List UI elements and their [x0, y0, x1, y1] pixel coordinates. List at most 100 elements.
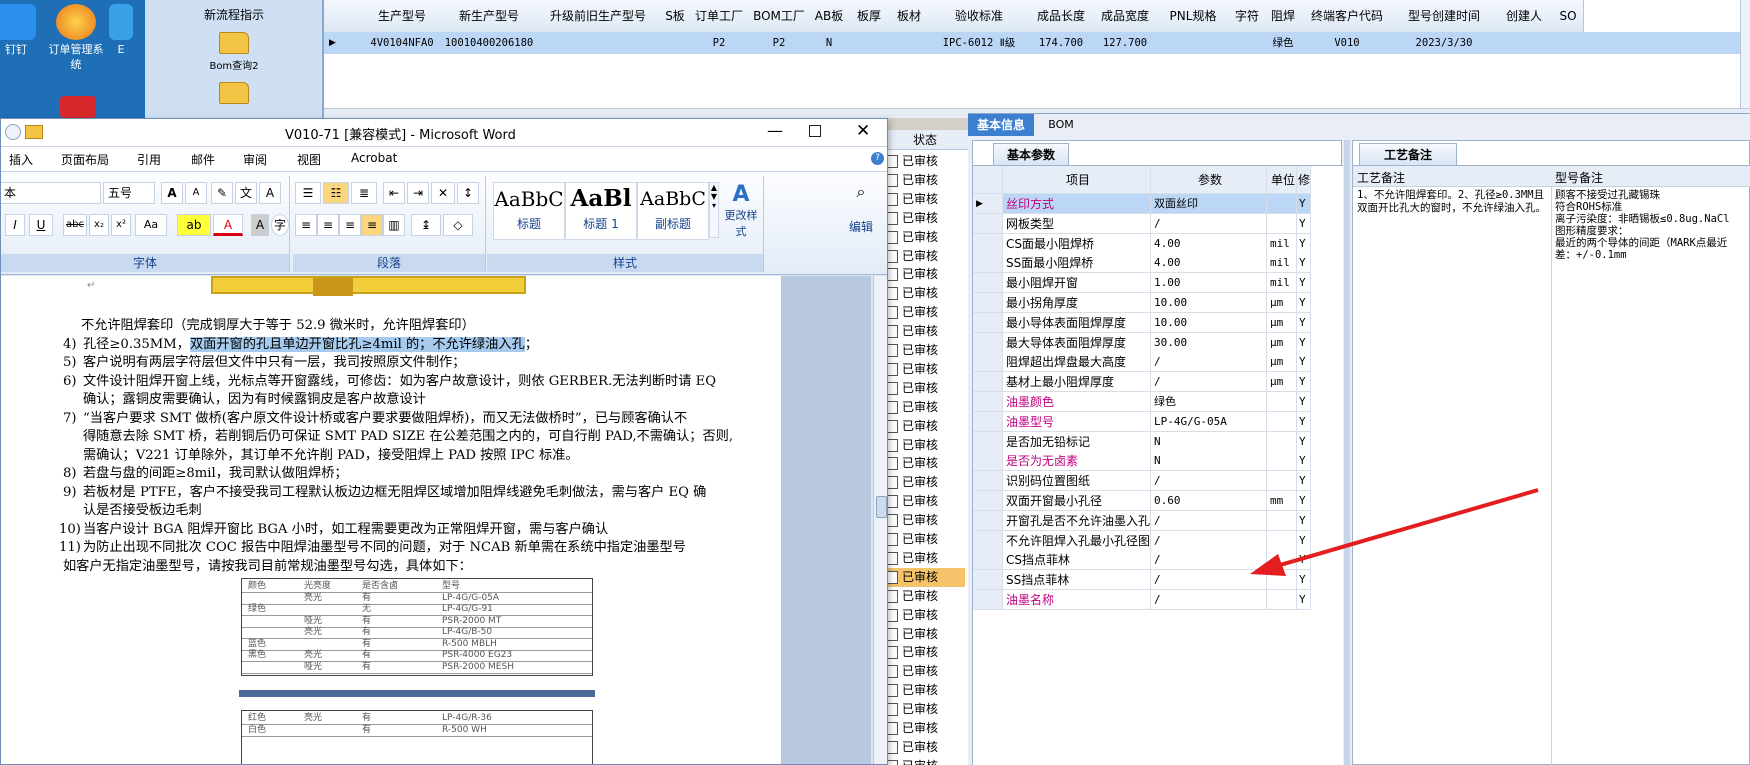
col-header[interactable]: AB板	[809, 0, 850, 33]
increase-indent-icon[interactable]: ⇥	[407, 182, 429, 204]
param-item[interactable]: SS面最小阻焊桥	[1003, 253, 1151, 274]
param-flag[interactable]: Y	[1297, 372, 1311, 393]
param-value[interactable]: 双面丝印	[1151, 194, 1267, 214]
status-item[interactable]: 已审核	[885, 322, 965, 341]
desktop-icon-dingtalk[interactable]: 钉钉	[0, 0, 46, 57]
col-header[interactable]: 创建人	[1495, 0, 1554, 33]
param-value[interactable]: 10.00	[1151, 293, 1267, 313]
multilevel-list-icon[interactable]: ≣	[351, 182, 377, 204]
status-item[interactable]: 已审核	[885, 379, 965, 398]
status-item[interactable]: 已审核	[885, 190, 965, 209]
font-size-select[interactable]: 五号	[103, 182, 155, 204]
char-shading-icon[interactable]: A	[251, 214, 269, 236]
param-flag[interactable]: Y	[1297, 253, 1311, 274]
col-header[interactable]: 升级前旧生产型号	[535, 0, 662, 33]
status-item[interactable]: 已审核	[885, 719, 965, 738]
param-value[interactable]: /	[1151, 590, 1267, 610]
status-item[interactable]: 已审核	[885, 152, 965, 171]
tab-mailings[interactable]: 邮件	[191, 151, 215, 168]
status-item[interactable]: 已审核	[885, 454, 965, 473]
param-unit[interactable]	[1267, 194, 1297, 214]
help-icon[interactable]: ?	[871, 152, 884, 165]
desktop-icon-e[interactable]: E	[106, 0, 136, 57]
grid-vscroll[interactable]	[1740, 0, 1750, 108]
tab-view[interactable]: 视图	[297, 151, 321, 168]
param-flag[interactable]: Y	[1297, 392, 1311, 412]
document-vscroll[interactable]	[873, 276, 887, 764]
param-unit[interactable]: μm	[1267, 332, 1297, 353]
status-item[interactable]: 已审核	[885, 473, 965, 492]
table-cell[interactable]: V010	[1301, 32, 1393, 54]
col-header-value[interactable]: 参数	[1151, 166, 1267, 194]
tab-acrobat[interactable]: Acrobat	[351, 151, 397, 165]
status-item[interactable]: 已审核	[885, 530, 965, 549]
close-icon[interactable]: ✕	[856, 121, 870, 141]
status-item[interactable]: 已审核	[885, 436, 965, 455]
shading-icon[interactable]: ◇	[443, 214, 473, 236]
status-item[interactable]: 已审核	[885, 662, 965, 681]
param-unit[interactable]	[1267, 431, 1297, 452]
status-item[interactable]: 已审核	[885, 606, 965, 625]
status-item[interactable]: 已审核	[885, 417, 965, 436]
col-header[interactable]: BOM工厂	[749, 0, 810, 33]
decrease-indent-icon[interactable]: ⇤	[383, 182, 405, 204]
table-cell[interactable]: 127.700	[1093, 32, 1157, 54]
param-unit[interactable]: μm	[1267, 312, 1297, 333]
param-flag[interactable]: Y	[1297, 273, 1311, 294]
col-header[interactable]: 型号创建时间	[1393, 0, 1496, 33]
col-header-item[interactable]: 项目	[1003, 166, 1151, 194]
param-item[interactable]: 最小拐角厚度	[1003, 293, 1151, 313]
status-item[interactable]: 已审核	[885, 341, 965, 360]
table-cell[interactable]	[1553, 32, 1583, 54]
param-value[interactable]: /	[1151, 372, 1267, 393]
justify-icon[interactable]: ≡	[361, 214, 383, 236]
param-item[interactable]: 最小阻焊开窗	[1003, 273, 1151, 294]
col-header[interactable]: 字符	[1229, 0, 1266, 33]
align-center-icon[interactable]: ≡	[317, 214, 339, 236]
status-item[interactable]: 已审核	[885, 738, 965, 757]
param-item[interactable]: 网板类型	[1003, 213, 1151, 234]
param-item[interactable]: 是否为无卤素	[1003, 451, 1151, 472]
strikethrough-icon[interactable]: abc	[63, 214, 87, 236]
style-title[interactable]: AaBbC 标题	[493, 182, 565, 240]
model-note-text[interactable]: 顾客不接受过孔藏锡珠 符合ROHS标准 离子污染度：非晒锡板≤0.8ug.NaC…	[1555, 189, 1750, 261]
status-item[interactable]: 已审核	[885, 643, 965, 662]
status-item[interactable]: 已审核	[885, 625, 965, 644]
param-value[interactable]: /	[1151, 352, 1267, 373]
param-unit[interactable]: μm	[1267, 293, 1297, 313]
subscript-icon[interactable]: x₂	[89, 214, 109, 236]
status-item[interactable]: 已审核	[885, 209, 965, 228]
col-header[interactable]: S板	[661, 0, 690, 33]
status-item[interactable]: 已审核	[885, 567, 965, 587]
distribute-icon[interactable]: ▥	[383, 214, 405, 236]
sort-icon[interactable]: ↕	[457, 182, 479, 204]
table-cell[interactable]: 绿色	[1265, 32, 1301, 54]
col-header[interactable]: 阻焊	[1265, 0, 1302, 33]
param-flag[interactable]: Y	[1297, 213, 1311, 234]
superscript-icon[interactable]: x²	[111, 214, 131, 236]
splitter[interactable]	[1344, 140, 1350, 765]
param-unit[interactable]: mil	[1267, 253, 1297, 274]
param-value[interactable]: 1.00	[1151, 273, 1267, 294]
tab-basic-info[interactable]: 基本信息	[968, 114, 1034, 136]
col-header[interactable]: 终端客户代码	[1301, 0, 1394, 33]
shrink-font-icon[interactable]: A	[185, 182, 207, 204]
col-header-unit[interactable]: 单位	[1267, 166, 1297, 194]
param-value[interactable]: N	[1151, 451, 1267, 472]
param-item[interactable]: 丝印方式	[1003, 194, 1151, 214]
param-value[interactable]: N	[1151, 431, 1267, 452]
col-header[interactable]: SO	[1553, 0, 1584, 33]
param-flag[interactable]: Y	[1297, 352, 1311, 373]
col-header[interactable]: 新生产型号	[443, 0, 536, 33]
change-case-icon[interactable]: Aa	[135, 214, 167, 236]
param-value[interactable]: 4.00	[1151, 253, 1267, 274]
param-value[interactable]: LP-4G/G-05A	[1151, 411, 1267, 432]
phonetic-icon[interactable]: 文	[235, 182, 257, 204]
param-item[interactable]: 油墨颜色	[1003, 392, 1151, 412]
param-item[interactable]: 双面开窗最小孔径	[1003, 491, 1151, 511]
param-item[interactable]: 识别码位置图纸	[1003, 471, 1151, 492]
subtab-process-notes[interactable]: 工艺备注	[1359, 143, 1457, 166]
param-unit[interactable]	[1267, 411, 1297, 432]
italic-icon[interactable]: I	[5, 214, 25, 236]
open-folder-icon[interactable]	[25, 125, 43, 139]
